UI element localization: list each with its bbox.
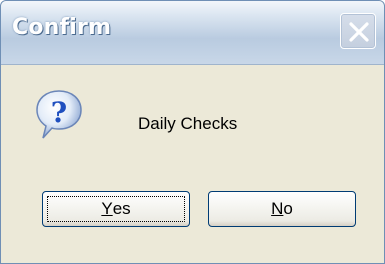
no-label-rest: o	[283, 199, 293, 218]
close-icon	[349, 22, 369, 42]
title-bar[interactable]: Confirm	[1, 1, 384, 65]
no-button[interactable]: No	[208, 191, 356, 227]
no-mnemonic: N	[271, 199, 284, 218]
yes-label-rest: es	[112, 199, 131, 218]
yes-mnemonic: Y	[101, 199, 113, 218]
yes-button[interactable]: Yes	[42, 191, 190, 227]
close-button[interactable]	[340, 13, 376, 49]
bottom-frame	[1, 255, 384, 263]
question-icon: ?	[35, 89, 83, 141]
dialog-body: ? Daily Checks Yes No	[9, 65, 378, 257]
svg-text:?: ?	[51, 96, 67, 129]
confirm-dialog: Confirm ? Daily Checks Y es N o	[0, 0, 385, 264]
window-title: Confirm	[12, 15, 112, 40]
dialog-message: Daily Checks	[138, 114, 238, 133]
